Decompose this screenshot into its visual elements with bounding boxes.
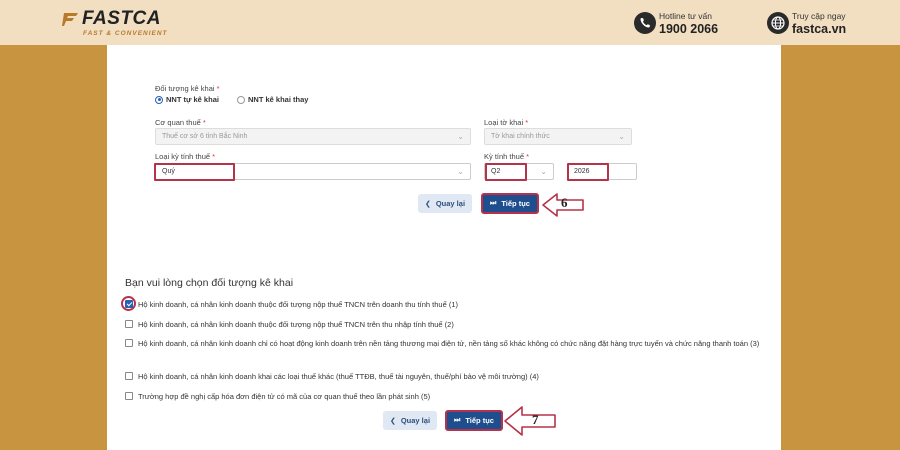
back-button[interactable]: ❮ Quay lại <box>418 194 472 213</box>
chevron-down-icon: ⌄ <box>457 167 464 176</box>
period-type-highlight <box>154 163 235 181</box>
step-number-7: 7 <box>532 412 539 427</box>
radio-self-declare[interactable]: NNT tự kê khai <box>155 95 219 104</box>
radio-proxy-declare[interactable]: NNT kê khai thay <box>237 95 308 104</box>
form-panel: Đối tượng kê khai * NNT tự kê khai NNT k… <box>107 45 781 450</box>
access-site: fastca.vn <box>792 22 847 36</box>
chevron-down-icon: ⌄ <box>457 132 464 141</box>
next-icon: ⏭ <box>454 416 461 424</box>
form-type-label: Loại tờ khai * <box>484 118 529 127</box>
access-label: Truy cập ngay <box>792 11 846 21</box>
checkbox-icon[interactable] <box>125 320 133 328</box>
logo-mark-icon <box>62 13 78 26</box>
checkbox-checked-icon[interactable] <box>125 300 133 308</box>
checkbox-icon[interactable] <box>125 372 133 380</box>
chevron-down-icon: ⌄ <box>618 132 625 141</box>
step-number-6: 6 <box>561 195 568 210</box>
site-header: FASTCA FAST & CONVENIENT Hotline tư vấn … <box>0 0 900 45</box>
declarant-label: Đối tượng kê khai * <box>155 84 220 93</box>
chevron-down-icon: ⌄ <box>540 167 547 176</box>
logo-tagline: FAST & CONVENIENT <box>83 30 168 37</box>
tax-office-select[interactable]: Thuế cơ sở 6 tỉnh Bắc Ninh ⌄ <box>155 128 471 145</box>
period-label: Kỳ tính thuế * <box>484 152 530 161</box>
continue-button[interactable]: ⏭ Tiếp tục <box>481 193 539 214</box>
radio-selected-icon <box>155 95 163 104</box>
phone-icon <box>634 12 656 34</box>
period-type-label: Loại kỳ tính thuế * <box>155 152 216 161</box>
subjects-title: Bạn vui lòng chọn đối tượng kê khai <box>125 277 294 289</box>
year-highlight <box>567 163 609 181</box>
chevron-left-icon: ❮ <box>424 200 431 208</box>
checkbox-icon[interactable] <box>125 339 133 347</box>
logo-text: FASTCA <box>82 8 161 29</box>
globe-icon <box>767 12 789 34</box>
period-highlight <box>485 163 527 181</box>
tax-office-label: Cơ quan thuế * <box>155 118 206 127</box>
radio-empty-icon <box>237 95 245 104</box>
chevron-left-icon: ❮ <box>389 417 396 425</box>
form-type-select[interactable]: Tờ khai chính thức ⌄ <box>484 128 632 145</box>
next-icon: ⏭ <box>490 199 497 207</box>
checkbox-icon[interactable] <box>125 392 133 400</box>
back-button-2[interactable]: ❮ Quay lại <box>383 411 437 430</box>
continue-button-2[interactable]: ⏭ Tiếp tục <box>445 410 503 431</box>
hotline-label: Hotline tư vấn <box>659 11 712 21</box>
hotline-number: 1900 2066 <box>659 22 719 36</box>
